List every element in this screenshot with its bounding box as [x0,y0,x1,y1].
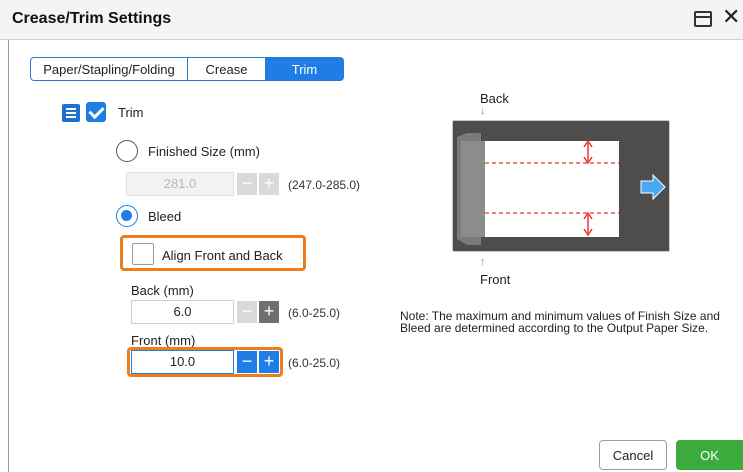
diagram-back-label: Back [480,91,509,106]
tab-crease[interactable]: Crease [188,57,266,81]
back-minus-button[interactable]: − [237,301,257,323]
finished-size-radio[interactable] [116,140,138,162]
tab-trim[interactable]: Trim [266,57,344,81]
front-label: Front (mm) [131,333,196,348]
finished-size-minus-button[interactable]: − [237,173,257,195]
ok-button[interactable]: OK [676,440,743,470]
align-front-back-label: Align Front and Back [162,248,283,263]
dialog-left-border [8,40,9,472]
tab-bar: Paper/Stapling/Folding Crease Trim [30,57,344,81]
finished-size-range: (247.0-285.0) [288,178,361,192]
bleed-label: Bleed [148,209,182,224]
front-range: (6.0-25.0) [288,356,341,370]
paper-sheet [485,141,619,237]
front-minus-button[interactable]: − [237,351,257,373]
arrow-right-icon [640,173,666,201]
align-front-back-checkbox[interactable] [132,243,154,265]
back-range: (6.0-25.0) [288,306,341,320]
front-plus-button[interactable]: + [259,351,279,373]
title-bar: Crease/Trim Settings ✕ [0,0,743,40]
trim-checkbox[interactable] [86,102,106,122]
diagram-front-arrow: ↑ [480,256,486,268]
diagram-front-label: Front [480,272,511,287]
size-note: Note: The maximum and minimum values of … [400,309,720,335]
dialog-title: Crease/Trim Settings [12,10,172,27]
close-icon[interactable]: ✕ [722,6,740,28]
trim-preview-diagram [452,120,670,252]
bleed-radio[interactable] [116,205,138,227]
finished-size-input[interactable]: 281.0 [126,172,234,196]
tab-paper-stapling-folding[interactable]: Paper/Stapling/Folding [30,57,188,81]
trim-label: Trim [118,105,144,120]
back-label: Back (mm) [131,283,194,298]
finished-size-plus-button[interactable]: + [259,173,279,195]
diagram-back-arrow: ↓ [480,105,486,117]
trim-preview-svg [457,133,666,245]
finished-size-label: Finished Size (mm) [148,144,260,159]
back-plus-button[interactable]: + [259,301,279,323]
window-icon[interactable] [694,11,712,27]
back-input[interactable]: 6.0 [131,300,234,324]
cancel-button[interactable]: Cancel [599,440,667,470]
front-input[interactable]: 10.0 [131,350,234,374]
trim-icon [62,104,80,122]
